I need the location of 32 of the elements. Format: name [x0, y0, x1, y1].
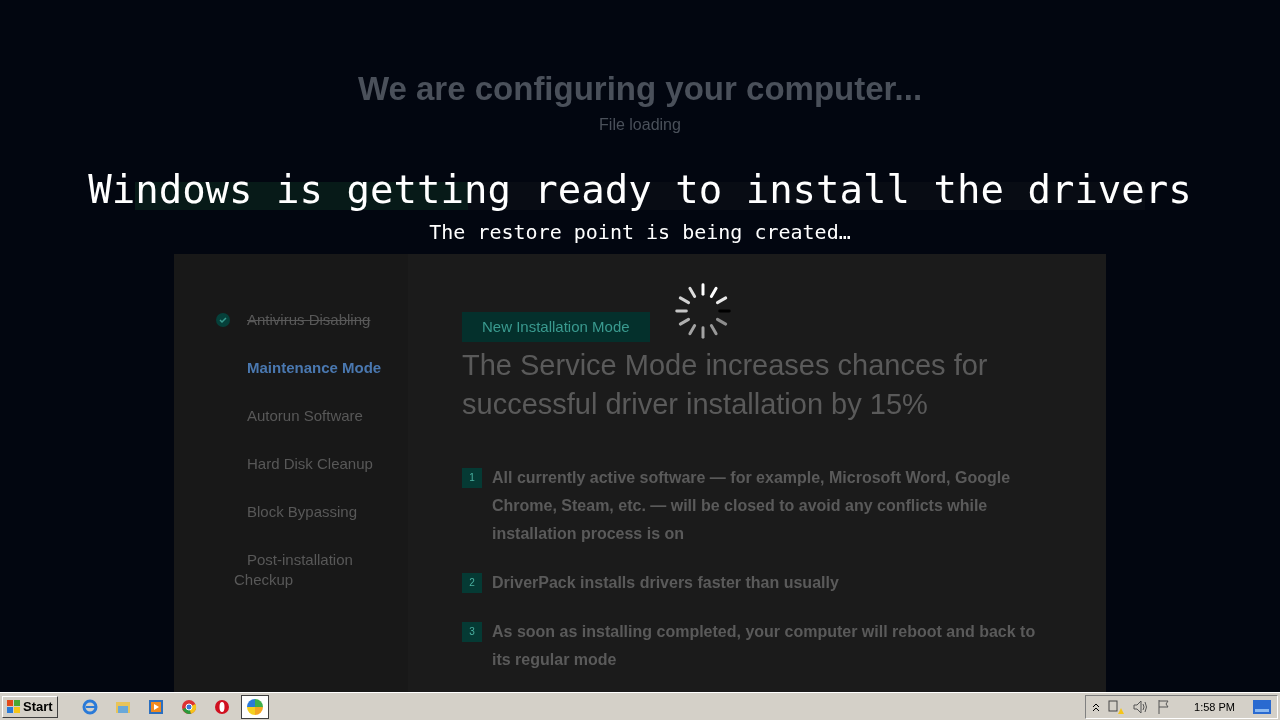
step-number: 1: [462, 468, 482, 488]
step-label[interactable]: Maintenance Mode: [234, 358, 394, 378]
browser-icon: [81, 698, 98, 715]
step-label[interactable]: Antivirus Disabling: [234, 310, 394, 330]
pinwheel-icon: [245, 697, 264, 716]
windows-logo-icon: [7, 699, 21, 714]
loading-spinner-icon: [672, 280, 734, 342]
step-label[interactable]: Block Bypassing: [234, 502, 394, 522]
point-text: All currently active software — for example, Microsoft Word, Google Chrome, Steam, etc. — will be closed to avoid any conflicts while installation process is on: [492, 468, 1012, 544]
opera-icon: [213, 698, 230, 715]
step-number: 2: [462, 573, 482, 593]
status-text: File loading: [599, 116, 681, 134]
taskbar-app-button[interactable]: [240, 694, 269, 719]
play-icon: [147, 698, 164, 715]
point-text: As soon as installing completed, your computer will reboot and back to its regular mode: [492, 622, 1037, 670]
overlay-title: Windows is getting ready to install the drivers: [88, 166, 1192, 214]
step-label[interactable]: Autorun Software: [234, 406, 394, 426]
overlay-subtitle: The restore point is being created…: [429, 220, 851, 244]
step-label[interactable]: Hard Disk Cleanup: [234, 454, 394, 474]
point-text: DriverPack installs drivers faster than usually: [492, 573, 839, 593]
step-number: 3: [462, 622, 482, 642]
start-button[interactable]: Start: [2, 695, 58, 718]
chrome-icon: [180, 698, 197, 715]
mode-badge: New Installation Mode: [462, 312, 650, 342]
clock[interactable]: 1:58 PM: [1194, 700, 1235, 713]
network-warning-icon[interactable]: [1108, 698, 1125, 715]
step-label[interactable]: Post-installation Checkup: [234, 550, 394, 590]
page-title: We are configuring your computer...: [357, 70, 923, 108]
chevron-up-icon[interactable]: [1092, 701, 1101, 712]
monitor-icon[interactable]: [1253, 699, 1271, 714]
speaker-icon[interactable]: [1132, 698, 1149, 715]
heading: The Service Mode increases chances for successful driver installation by 15%: [462, 348, 989, 422]
